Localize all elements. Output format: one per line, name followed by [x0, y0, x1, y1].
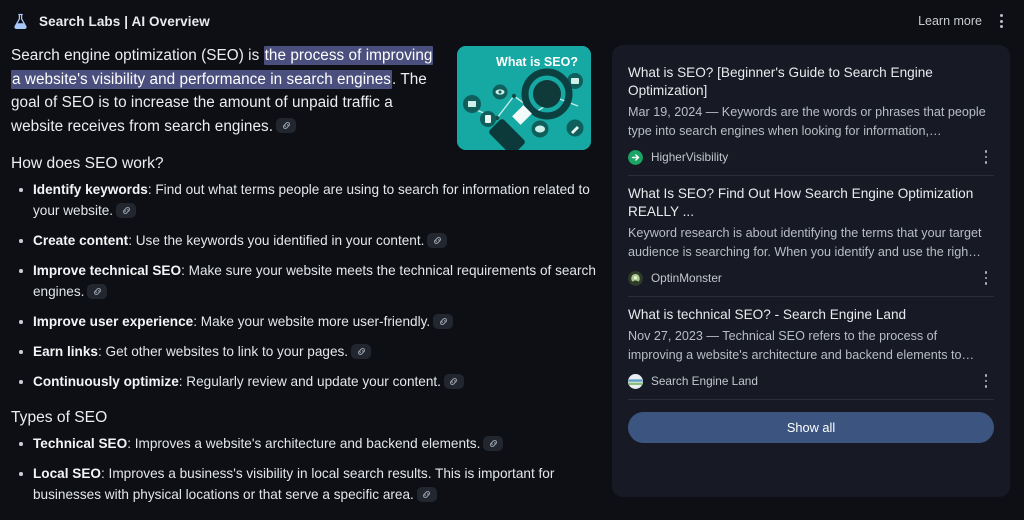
- source-result-card[interactable]: What Is SEO? Find Out How Search Engine …: [628, 175, 994, 296]
- result-source: OptinMonster: [651, 271, 722, 285]
- list-item: Earn links: Get other websites to link t…: [11, 341, 596, 362]
- bullet-text: : Make your website more user-friendly.: [193, 314, 431, 329]
- result-title[interactable]: What is SEO? [Beginner's Guide to Search…: [628, 64, 994, 100]
- overview-header: Search Labs | AI Overview Learn more: [0, 0, 1024, 42]
- section-heading-how-does-seo-work: How does SEO work?: [11, 155, 164, 172]
- monster-circle-icon: [628, 270, 643, 286]
- thumbnail-caption: What is SEO?: [496, 55, 578, 69]
- bullet-list-how-does-seo-work: Identify keywords: Find out what terms p…: [11, 179, 596, 392]
- result-title[interactable]: What Is SEO? Find Out How Search Engine …: [628, 185, 994, 221]
- kebab-menu-icon[interactable]: [978, 147, 994, 167]
- link-icon[interactable]: [483, 435, 504, 451]
- header-actions: Learn more: [918, 10, 1010, 32]
- link-icon[interactable]: [416, 486, 437, 502]
- bullet-term: Create content: [33, 233, 129, 248]
- bullet-term: Technical SEO: [33, 436, 128, 451]
- list-item: Identify keywords: Find out what terms p…: [11, 179, 596, 221]
- link-icon[interactable]: [87, 283, 108, 299]
- flask-icon: [11, 12, 30, 31]
- result-snippet: Keyword research is about identifying th…: [628, 226, 982, 259]
- result-footer: Search Engine Land: [628, 371, 994, 391]
- source-result-card[interactable]: What is SEO? [Beginner's Guide to Search…: [628, 55, 994, 175]
- link-icon[interactable]: [351, 343, 372, 359]
- list-item: Continuously optimize: Regularly review …: [11, 371, 596, 392]
- result-source: Search Engine Land: [651, 374, 758, 388]
- link-icon[interactable]: [433, 313, 454, 329]
- result-snippet: Mar 19, 2024 — Keywords are the words or…: [628, 105, 986, 138]
- overview-body: Search engine optimization (SEO) is the …: [0, 42, 1024, 520]
- kebab-menu-icon[interactable]: [992, 10, 1010, 32]
- seo-infographic-thumbnail[interactable]: What is SEO?: [457, 46, 591, 150]
- list-item: Create content: Use the keywords you ide…: [11, 230, 596, 251]
- link-icon[interactable]: [427, 232, 448, 248]
- bullet-term: Earn links: [33, 344, 98, 359]
- search-labs-brand: Search Labs | AI Overview: [11, 12, 210, 31]
- bullet-list-types-of-seo: Technical SEO: Improves a website's arch…: [11, 433, 596, 505]
- bullet-text: : Get other websites to link to your pag…: [97, 344, 349, 359]
- result-footer: HigherVisibility: [628, 147, 994, 167]
- learn-more-link[interactable]: Learn more: [918, 14, 982, 28]
- intro-text-before: Search engine optimization (SEO) is: [11, 47, 264, 64]
- show-all-container: Show all: [628, 399, 994, 453]
- bullet-text: : Use the keywords you identified in you…: [128, 233, 425, 248]
- arrow-circle-icon: [628, 149, 643, 165]
- section-heading-types-of-seo: Types of SEO: [11, 409, 108, 426]
- result-source: HigherVisibility: [651, 150, 729, 164]
- brand-title: Search Labs | AI Overview: [39, 13, 210, 29]
- bullet-term: Improve technical SEO: [33, 263, 182, 278]
- list-item: Improve technical SEO: Make sure your we…: [11, 260, 596, 302]
- ai-overview-page: Search Labs | AI Overview Learn more Sea…: [0, 0, 1024, 520]
- result-snippet: Nov 27, 2023 — Technical SEO refers to t…: [628, 329, 975, 362]
- intro-paragraph: Search engine optimization (SEO) is the …: [11, 42, 441, 138]
- link-icon[interactable]: [276, 117, 297, 133]
- source-result-card[interactable]: What is technical SEO? - Search Engine L…: [628, 296, 994, 399]
- list-item: Technical SEO: Improves a website's arch…: [11, 433, 596, 454]
- globe-circle-icon: [628, 373, 643, 389]
- result-title[interactable]: What is technical SEO? - Search Engine L…: [628, 306, 994, 324]
- link-icon[interactable]: [443, 373, 464, 389]
- bullet-text: : Improves a business's visibility in lo…: [33, 466, 555, 502]
- bullet-text: : Regularly review and update your conte…: [178, 374, 441, 389]
- kebab-menu-icon[interactable]: [978, 268, 994, 288]
- bullet-term: Local SEO: [33, 466, 101, 481]
- show-all-button[interactable]: Show all: [628, 412, 994, 443]
- list-item: Local SEO: Improves a business's visibil…: [11, 463, 596, 505]
- result-footer: OptinMonster: [628, 268, 994, 288]
- bullet-text: : Improves a website's architecture and …: [127, 436, 481, 451]
- bullet-term: Continuously optimize: [33, 374, 179, 389]
- list-item: Improve user experience: Make your websi…: [11, 311, 596, 332]
- bullet-term: Identify keywords: [33, 182, 148, 197]
- link-icon[interactable]: [116, 202, 137, 218]
- bullet-term: Improve user experience: [33, 314, 194, 329]
- sources-panel: What is SEO? [Beginner's Guide to Search…: [612, 45, 1010, 497]
- overview-content: Search engine optimization (SEO) is the …: [11, 42, 596, 514]
- kebab-menu-icon[interactable]: [978, 371, 994, 391]
